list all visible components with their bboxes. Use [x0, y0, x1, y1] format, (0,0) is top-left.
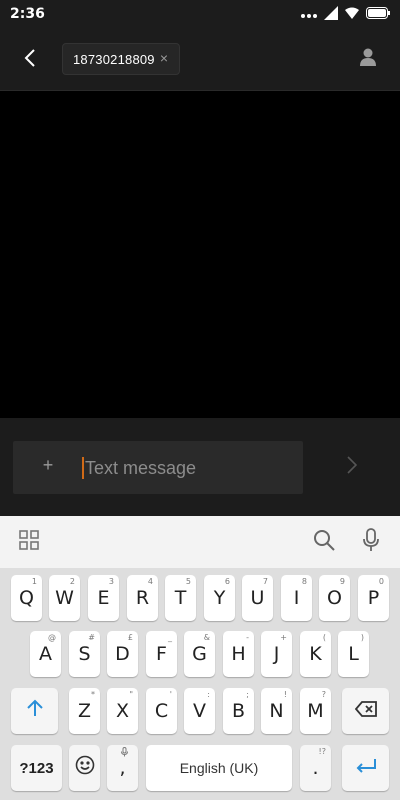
- enter-key[interactable]: [342, 745, 389, 791]
- recipient-chip[interactable]: 18730218809 ×: [62, 43, 180, 75]
- signal-icon: [324, 5, 338, 25]
- status-time: 2:36: [10, 6, 45, 22]
- key-d[interactable]: D £: [107, 631, 138, 677]
- key-o[interactable]: O9: [319, 575, 350, 621]
- key-b[interactable]: B;: [223, 688, 254, 734]
- enter-icon: [355, 757, 377, 780]
- compose-area: +: [0, 418, 400, 516]
- key-u[interactable]: U7: [242, 575, 273, 621]
- mic-icon: [121, 747, 128, 759]
- backspace-icon: [354, 700, 377, 723]
- key-s[interactable]: S #: [69, 631, 100, 677]
- compose-header: 18730218809 ×: [0, 30, 400, 91]
- back-button[interactable]: [16, 46, 44, 74]
- close-icon[interactable]: ×: [157, 50, 171, 66]
- chevron-left-icon: [24, 48, 36, 72]
- status-bar: 2:36: [0, 0, 400, 30]
- person-icon: [360, 48, 376, 71]
- mic-button[interactable]: [358, 527, 384, 557]
- key-q[interactable]: Q1: [11, 575, 42, 621]
- keyboard: Q1 W2 E3 R4 T5 Y6 U7 I8 O9 P0 A @ S # D £ F…: [0, 568, 400, 800]
- key-p[interactable]: P0: [358, 575, 389, 621]
- key-a[interactable]: A @: [30, 631, 61, 677]
- key-l[interactable]: L): [338, 631, 369, 677]
- send-button[interactable]: [340, 452, 364, 482]
- key-j[interactable]: J +: [261, 631, 292, 677]
- search-icon: [313, 529, 335, 556]
- sms-compose-screen: 2:36 18730218809 × + Text message Q 1 W …: [0, 0, 400, 800]
- grid-button[interactable]: [16, 529, 42, 555]
- chevron-right-icon: [347, 455, 358, 479]
- contact-button[interactable]: [356, 46, 380, 72]
- mic-icon: [362, 527, 380, 557]
- key-w[interactable]: W2: [49, 575, 80, 621]
- shift-key[interactable]: [11, 688, 58, 734]
- key-h[interactable]: H-: [223, 631, 254, 677]
- comma-key[interactable]: ,: [107, 745, 138, 791]
- key-f[interactable]: F _: [146, 631, 177, 677]
- key-x[interactable]: X ": [107, 688, 138, 734]
- symbols-key[interactable]: ?123: [11, 745, 62, 791]
- keyboard-toolbar: [0, 516, 400, 568]
- status-icons: [301, 5, 390, 25]
- emoji-icon: [75, 755, 95, 781]
- message-box[interactable]: +: [13, 441, 303, 494]
- key-n[interactable]: N!: [261, 688, 292, 734]
- shift-arrow-icon: [26, 699, 44, 723]
- more-dots-icon: [301, 6, 317, 24]
- key-y[interactable]: Y6: [204, 575, 235, 621]
- key-i[interactable]: I8: [281, 575, 312, 621]
- search-button[interactable]: [311, 529, 337, 555]
- key-t[interactable]: T5: [165, 575, 196, 621]
- key-e[interactable]: E3: [88, 575, 119, 621]
- attach-button[interactable]: +: [39, 456, 57, 474]
- key-k[interactable]: K(: [300, 631, 331, 677]
- message-input[interactable]: [85, 454, 295, 482]
- wifi-icon: [345, 6, 359, 24]
- space-key[interactable]: English (UK): [146, 745, 292, 791]
- key-v[interactable]: V:: [184, 688, 215, 734]
- period-key[interactable]: . !?: [300, 745, 331, 791]
- key-g[interactable]: G &: [184, 631, 215, 677]
- key-m[interactable]: M?: [300, 688, 331, 734]
- grid-icon: [19, 529, 39, 555]
- key-r[interactable]: R4: [127, 575, 158, 621]
- key-c[interactable]: C ': [146, 688, 177, 734]
- emoji-key[interactable]: [69, 745, 100, 791]
- battery-icon: [366, 6, 390, 24]
- backspace-key[interactable]: [342, 688, 389, 734]
- conversation-area: [0, 91, 400, 418]
- recipient-number: 18730218809: [73, 51, 155, 67]
- text-caret: [82, 457, 84, 479]
- key-z[interactable]: Z *: [69, 688, 100, 734]
